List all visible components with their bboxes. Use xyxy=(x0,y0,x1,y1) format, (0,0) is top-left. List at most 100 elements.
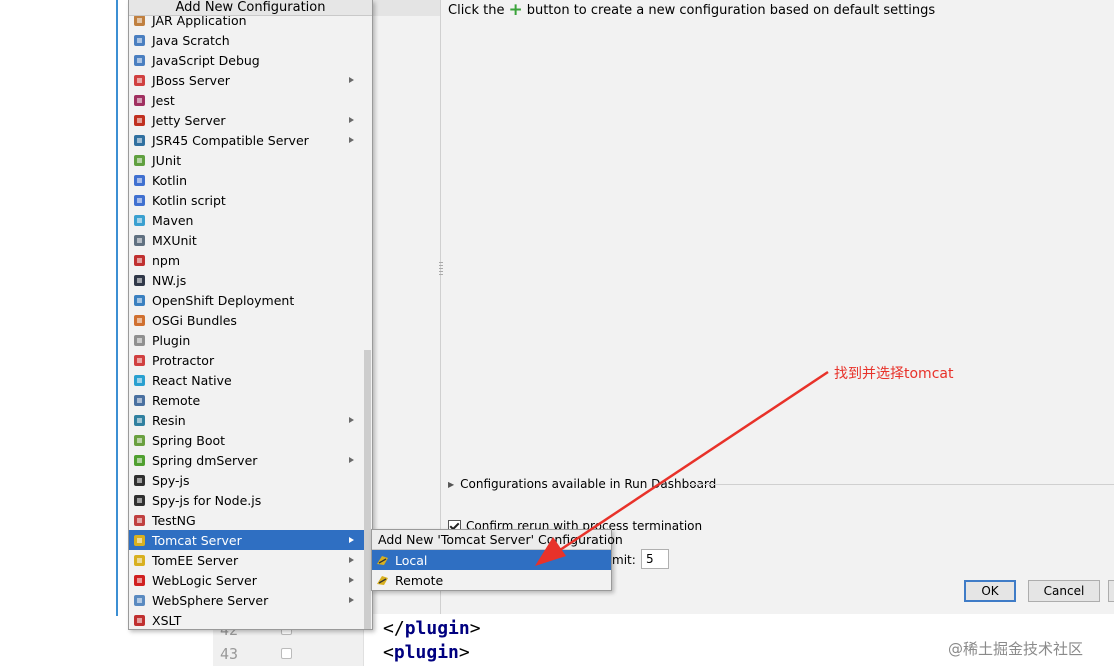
menu-item-openshift-deployment[interactable]: OpenShift Deployment xyxy=(129,290,364,310)
spyjs-node-icon xyxy=(133,494,146,507)
menu-item-react-native[interactable]: React Native xyxy=(129,370,364,390)
menu-item-weblogic-server[interactable]: WebLogic Server xyxy=(129,570,364,590)
menu-item-label: Spy-js xyxy=(152,472,190,488)
code-line[interactable]: </plugin> xyxy=(383,618,481,639)
spring-boot-icon xyxy=(133,434,146,447)
jboss-icon xyxy=(133,74,146,87)
menu-item-label: React Native xyxy=(152,372,232,388)
kotlin-script-icon xyxy=(133,194,146,207)
menu-item-remote[interactable]: Remote xyxy=(129,390,364,410)
code-tag: plugin xyxy=(404,618,470,639)
menu-item-spring-dmserver[interactable]: Spring dmServer xyxy=(129,450,364,470)
protractor-icon xyxy=(133,354,146,367)
menu-item-label: WebLogic Server xyxy=(152,572,257,588)
submenu-arrow-icon xyxy=(349,557,354,563)
menu-item-tomee-server[interactable]: TomEE Server xyxy=(129,550,364,570)
code-bracket: </ xyxy=(383,618,405,639)
menu-item-label: Kotlin script xyxy=(152,192,226,208)
menu-item-npm[interactable]: npm xyxy=(129,250,364,270)
js-debug-icon xyxy=(133,54,146,67)
hint-text-before: Click the xyxy=(448,3,505,18)
submenu-item-remote[interactable]: Remote xyxy=(372,570,611,590)
menu-item-maven[interactable]: Maven xyxy=(129,210,364,230)
menu-item-label: NW.js xyxy=(152,272,187,288)
menu-item-label: JSR45 Compatible Server xyxy=(152,132,309,148)
tomee-icon xyxy=(133,554,146,567)
menu-item-plugin[interactable]: Plugin xyxy=(129,330,364,350)
menu-item-websphere-server[interactable]: WebSphere Server xyxy=(129,590,364,610)
code-line[interactable]: <plugin> xyxy=(383,642,470,663)
menu-item-label: TestNG xyxy=(152,512,196,528)
submenu-arrow-icon xyxy=(349,137,354,143)
plugin-icon xyxy=(133,334,146,347)
menu-item-label: Maven xyxy=(152,212,194,228)
menu-item-jsr45-compatible-server[interactable]: JSR45 Compatible Server xyxy=(129,130,364,150)
cancel-button[interactable]: Cancel xyxy=(1028,580,1100,602)
menu-item-java-scratch[interactable]: Java Scratch xyxy=(129,30,364,50)
menu-item-jest[interactable]: Jest xyxy=(129,90,364,110)
line-number: 43 xyxy=(220,645,239,663)
menu-item-label: Jest xyxy=(152,92,175,108)
spring-dm-icon xyxy=(133,454,146,467)
menu-item-spy-js[interactable]: Spy-js xyxy=(129,470,364,490)
configuration-tree-row[interactable] xyxy=(372,0,440,16)
submenu-arrow-icon xyxy=(349,537,354,543)
jest-icon xyxy=(133,94,146,107)
maven-icon xyxy=(133,214,146,227)
tomcat-local-icon xyxy=(376,554,389,567)
add-new-configuration-popup: Add New Configuration JAR Application Jav… xyxy=(128,0,373,630)
code-bracket: > xyxy=(469,618,481,639)
openshift-icon xyxy=(133,294,146,307)
dialog-border-accent xyxy=(116,0,118,616)
menu-item-spy-js-for-node-js[interactable]: Spy-js for Node.js xyxy=(129,490,364,510)
react-icon xyxy=(133,374,146,387)
remote-icon xyxy=(133,394,146,407)
menu-item-label: OSGi Bundles xyxy=(152,312,237,328)
scrollbar-thumb[interactable] xyxy=(364,350,371,629)
menu-item-label: JBoss Server xyxy=(152,72,230,88)
menu-item-jetty-server[interactable]: Jetty Server xyxy=(129,110,364,130)
menu-item-label: Plugin xyxy=(152,332,191,348)
fold-marker-icon[interactable] xyxy=(281,648,292,659)
menu-item-spring-boot[interactable]: Spring Boot xyxy=(129,430,364,450)
code-tag: plugin xyxy=(393,642,459,663)
temporary-limit-input[interactable]: 5 xyxy=(641,549,669,569)
ok-button[interactable]: OK xyxy=(964,580,1016,602)
menu-item-testng[interactable]: TestNG xyxy=(129,510,364,530)
resin-icon xyxy=(133,414,146,427)
menu-item-label: Kotlin xyxy=(152,172,187,188)
menu-item-mxunit[interactable]: MXUnit xyxy=(129,230,364,250)
section-divider xyxy=(690,484,1114,485)
menu-item-label: Java Scratch xyxy=(152,32,230,48)
menu-item-label: Spy-js for Node.js xyxy=(152,492,262,508)
run-dashboard-section[interactable]: ▶ Configurations available in Run Dashbo… xyxy=(448,477,716,491)
menu-item-xslt[interactable]: XSLT xyxy=(129,610,364,629)
menu-item-label: JUnit xyxy=(152,152,182,168)
menu-item-javascript-debug[interactable]: JavaScript Debug xyxy=(129,50,364,70)
submenu-arrow-icon xyxy=(349,117,354,123)
menu-item-label: Protractor xyxy=(152,352,215,368)
menu-item-jboss-server[interactable]: JBoss Server xyxy=(129,70,364,90)
menu-item-junit[interactable]: JUnit xyxy=(129,150,364,170)
menu-item-label: JavaScript Debug xyxy=(152,52,260,68)
menu-item-label: WebSphere Server xyxy=(152,592,269,608)
menu-item-kotlin[interactable]: Kotlin xyxy=(129,170,364,190)
splitter-handle[interactable] xyxy=(439,262,443,276)
menu-item-osgi-bundles[interactable]: OSGi Bundles xyxy=(129,310,364,330)
xslt-icon xyxy=(133,614,146,627)
menu-item-resin[interactable]: Resin xyxy=(129,410,364,430)
code-bracket: < xyxy=(383,642,394,663)
menu-item-label: Spring dmServer xyxy=(152,452,258,468)
submenu-item-local[interactable]: Local xyxy=(372,550,611,570)
menu-item-nw-js[interactable]: NW.js xyxy=(129,270,364,290)
submenu-arrow-icon xyxy=(349,597,354,603)
menu-item-kotlin-script[interactable]: Kotlin script xyxy=(129,190,364,210)
apply-button[interactable] xyxy=(1108,580,1114,602)
menu-item-label: Spring Boot xyxy=(152,432,226,448)
menu-item-label: Remote xyxy=(152,392,201,408)
menu-item-tomcat-server[interactable]: Tomcat Server xyxy=(129,530,364,550)
submenu-arrow-icon xyxy=(349,77,354,83)
nwjs-icon xyxy=(133,274,146,287)
menu-item-label: XSLT xyxy=(152,612,182,628)
menu-item-protractor[interactable]: Protractor xyxy=(129,350,364,370)
